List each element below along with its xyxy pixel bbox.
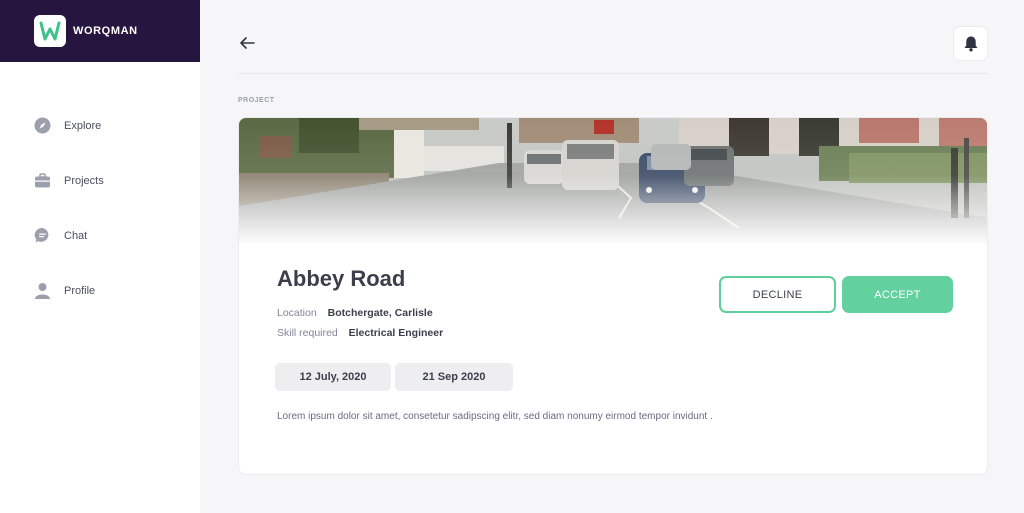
project-skill: Skill required Electrical Engineer (277, 327, 443, 339)
user-icon (34, 282, 51, 299)
project-description: Lorem ipsum dolor sit amet, consetetur s… (277, 411, 713, 422)
compass-icon (34, 117, 51, 134)
sidebar-item-label: Chat (64, 229, 88, 242)
location-value: Botchergate, Carlisle (327, 307, 433, 319)
brand-header: WORQMAN (0, 0, 200, 62)
top-bar (238, 26, 988, 74)
sidebar: WORQMAN Explore Projects Chat Profile (0, 0, 200, 513)
skill-label: Skill required (277, 327, 338, 339)
sidebar-item-label: Explore (64, 119, 102, 132)
sidebar-item-label: Profile (64, 284, 96, 297)
sidebar-item-explore[interactable]: Explore (0, 98, 200, 153)
main-content: PROJECT Abbey Road Location Botchergate,… (200, 0, 1024, 513)
sidebar-item-chat[interactable]: Chat (0, 208, 200, 263)
briefcase-icon (34, 172, 51, 189)
worqman-logo[interactable] (34, 15, 66, 47)
skill-value: Electrical Engineer (348, 327, 444, 339)
sidebar-nav: Explore Projects Chat Profile (0, 98, 200, 318)
bell-icon (964, 36, 977, 52)
decline-button[interactable]: DECLINE (719, 276, 836, 313)
arrow-left-icon[interactable] (238, 34, 256, 52)
project-title: Abbey Road (277, 266, 406, 291)
project-hero-image (239, 118, 987, 246)
accept-button[interactable]: ACCEPT (842, 276, 953, 313)
end-date-chip: 21 Sep 2020 (395, 363, 513, 391)
chat-icon (34, 227, 51, 244)
sidebar-item-projects[interactable]: Projects (0, 153, 200, 208)
app-name: WORQMAN (73, 25, 138, 37)
sidebar-item-label: Projects (64, 174, 104, 187)
section-label: PROJECT (238, 97, 275, 104)
sidebar-item-profile[interactable]: Profile (0, 263, 200, 318)
location-label: Location (277, 307, 317, 319)
notifications-button[interactable] (953, 26, 988, 61)
worqman-logo-icon (39, 21, 61, 41)
start-date-chip: 12 July, 2020 (275, 363, 391, 391)
project-location: Location Botchergate, Carlisle (277, 307, 433, 319)
project-card: Abbey Road Location Botchergate, Carlisl… (238, 117, 988, 475)
